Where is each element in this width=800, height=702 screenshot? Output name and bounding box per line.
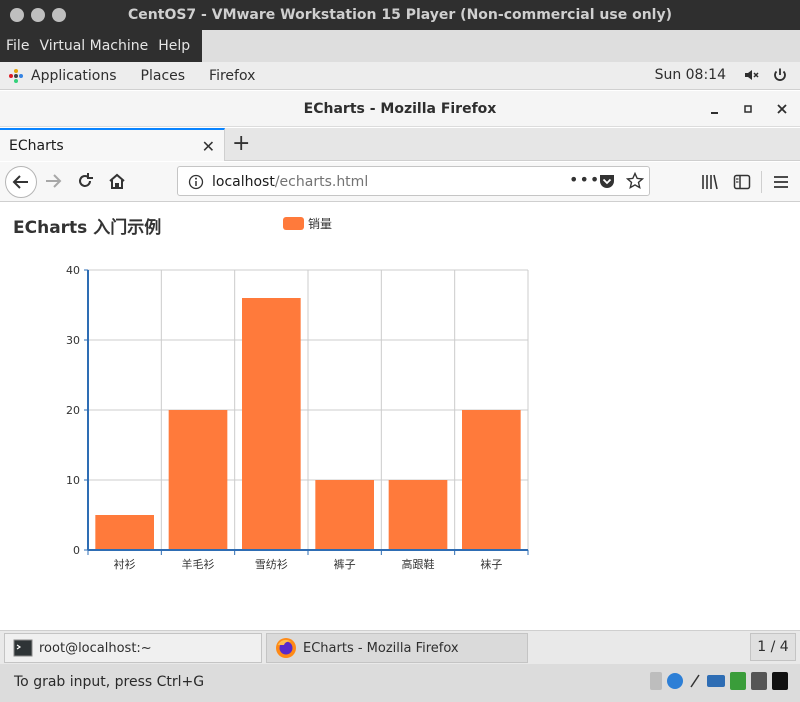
printer-icon[interactable] — [707, 675, 725, 687]
info-icon[interactable] — [188, 174, 204, 190]
bookmark-star-icon[interactable] — [626, 172, 644, 190]
legend-swatch — [283, 217, 304, 230]
workspace-switcher[interactable]: 1 / 4 — [750, 633, 796, 661]
hamburger-menu-icon[interactable] — [772, 173, 790, 191]
terminal-icon — [13, 639, 33, 657]
gnome-top-bar: Applications Places Firefox Sun 08:14 — [0, 62, 800, 90]
bar-6 — [462, 410, 521, 550]
url-host: localhost — [212, 174, 275, 190]
x-tick-label: 高跟鞋 — [402, 557, 435, 571]
display-icon[interactable] — [772, 672, 788, 690]
x-tick-label: 袜子 — [480, 557, 502, 571]
y-tick-label: 10 — [66, 474, 80, 487]
maximize-button[interactable] — [739, 100, 757, 118]
maximize-icon — [744, 105, 752, 113]
bar-5 — [388, 480, 448, 550]
minimize-button[interactable] — [706, 100, 724, 118]
minimize-icon — [711, 112, 718, 114]
close-icon — [777, 104, 787, 114]
bar-4 — [315, 480, 374, 550]
bar-1 — [95, 515, 154, 550]
firefox-window-title: ECharts - Mozilla Firefox — [303, 101, 497, 117]
taskbar: root@localhost:~ ECharts - Mozilla Firef… — [0, 630, 800, 664]
volume-muted-icon[interactable] — [744, 67, 760, 83]
cdrom-icon[interactable] — [667, 673, 683, 689]
chart-axes — [84, 269, 529, 555]
harddisk-icon[interactable] — [650, 672, 662, 690]
page-content: 0 10 20 30 40 衬衫 羊毛衫 雪纺衫 裤子 高跟鞋 袜子 ECharts 入门示例 销量 — [0, 203, 800, 630]
taskbar-firefox-label: ECharts - Mozilla Firefox — [303, 640, 459, 656]
menu-file[interactable]: File — [4, 38, 31, 54]
url-text: localhost/echarts.html — [212, 174, 368, 190]
library-icon[interactable] — [701, 173, 719, 191]
vmware-window-title: CentOS7 - VMware Workstation 15 Player (… — [128, 7, 672, 23]
sound-card-icon[interactable] — [751, 672, 767, 690]
home-icon[interactable] — [107, 171, 127, 191]
y-tick-label: 40 — [66, 264, 80, 277]
bar-2 — [168, 410, 228, 550]
taskbar-terminal-label: root@localhost:~ — [39, 640, 152, 656]
navigation-toolbar: localhost/echarts.html ••• — [0, 162, 800, 202]
close-button[interactable] — [773, 100, 791, 118]
bar-chart: 0 10 20 30 40 衬衫 羊毛衫 雪纺衫 裤子 高跟鞋 袜子 — [66, 264, 529, 571]
network-icon[interactable] — [730, 672, 746, 690]
vmware-menubar: File Virtual Machine Help — [0, 30, 800, 62]
new-tab-icon[interactable]: + — [232, 131, 250, 156]
x-tick-label: 羊毛衫 — [182, 557, 215, 571]
tab-strip: ECharts ✕ + — [0, 128, 800, 161]
reload-icon[interactable] — [75, 171, 95, 191]
back-arrow-icon — [12, 175, 28, 189]
y-tick-label: 20 — [66, 404, 80, 417]
grab-input-hint: To grab input, press Ctrl+G — [14, 674, 205, 690]
url-bar[interactable]: localhost/echarts.html ••• — [177, 166, 650, 196]
forward-arrow-icon[interactable] — [43, 171, 63, 191]
back-button[interactable] — [5, 166, 37, 198]
y-tick-label: 0 — [73, 544, 80, 557]
vmware-titlebar: CentOS7 - VMware Workstation 15 Player (… — [0, 0, 800, 30]
taskbar-terminal[interactable]: root@localhost:~ — [4, 633, 262, 663]
clock[interactable]: Sun 08:14 — [655, 67, 726, 83]
pocket-icon[interactable] — [598, 172, 616, 190]
applications-icon — [9, 68, 23, 83]
tab-label: ECharts — [9, 138, 64, 154]
firefox-titlebar: ECharts - Mozilla Firefox — [0, 91, 800, 127]
chart-title: ECharts 入门示例 — [13, 218, 162, 238]
x-tick-label: 裤子 — [334, 557, 356, 571]
applications-menu[interactable]: Applications — [31, 68, 117, 84]
places-menu[interactable]: Places — [141, 68, 186, 84]
url-path: /echarts.html — [274, 174, 369, 190]
firefox-logo-icon — [276, 638, 296, 658]
x-tick-label: 雪纺衫 — [255, 557, 288, 571]
menu-virtual-machine[interactable]: Virtual Machine — [37, 38, 150, 54]
x-tick-label: 衬衫 — [114, 558, 136, 571]
power-icon[interactable] — [772, 67, 788, 83]
tab-close-icon[interactable]: ✕ — [202, 137, 215, 156]
tab-echarts[interactable]: ECharts ✕ — [0, 128, 225, 161]
chart-legend[interactable]: 销量 — [283, 215, 332, 232]
firefox-menu[interactable]: Firefox — [209, 68, 255, 84]
taskbar-firefox[interactable]: ECharts - Mozilla Firefox — [266, 633, 528, 663]
page-actions-icon[interactable]: ••• — [569, 170, 600, 189]
sidebar-icon[interactable] — [733, 173, 751, 191]
toolbar-separator — [761, 171, 762, 193]
bar-3 — [242, 298, 301, 550]
y-tick-label: 30 — [66, 334, 80, 347]
vmware-status-bar: To grab input, press Ctrl+G — [0, 664, 800, 702]
usb-icon[interactable] — [688, 672, 702, 690]
legend-label: 销量 — [308, 217, 333, 231]
menu-help[interactable]: Help — [156, 38, 192, 54]
